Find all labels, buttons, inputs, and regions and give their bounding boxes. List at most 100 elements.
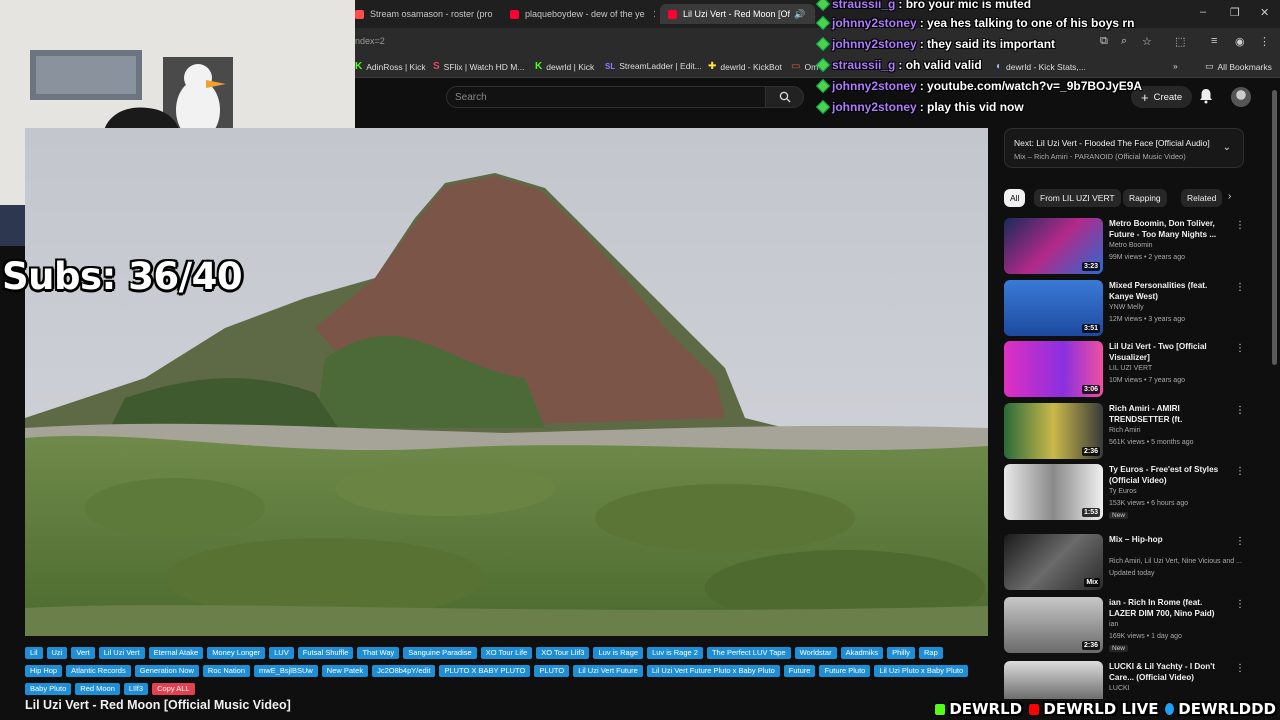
tag-chip[interactable]: New Patek [321,665,369,677]
media-controls-icon[interactable]: ≡ [1211,35,1217,47]
tag-chip[interactable]: Future Pluto [819,665,871,677]
tag-chip[interactable]: XO Tour Life [480,647,533,659]
tag-chip[interactable]: LIlf3 [123,683,149,695]
bookmark-item[interactable]: S SFlix | Watch HD M... [433,61,524,72]
close-window-icon[interactable]: ✕ [1260,6,1269,19]
recommendation-item[interactable]: 2:36 ian - Rich In Rome (feat. LAZER DIM… [1004,597,1260,653]
more-options-icon[interactable]: ⋮ [1235,466,1245,477]
cast-icon[interactable]: ⧉ [1100,35,1108,48]
tag-chip[interactable]: LUV [269,647,294,659]
bookmark-item[interactable]: ✚ dewrld - KickBot [708,61,782,72]
bookmark-star-icon[interactable]: ☆ [1142,35,1152,48]
search-button[interactable] [766,86,804,108]
video-thumbnail[interactable]: 3:06 [1004,341,1103,397]
recommendation-item[interactable]: 3:06 Lil Uzi Vert - Two [Official Visual… [1004,341,1260,397]
rec-channel[interactable]: Rich Amiri [1109,427,1141,434]
tag-chip[interactable]: Futsal Shuffle [297,647,354,659]
browser-menu-icon[interactable]: ⋮ [1259,35,1270,48]
all-bookmarks[interactable]: ▭ All Bookmarks [1205,61,1272,72]
rec-title[interactable]: Metro Boomin, Don Toliver, Future - Too … [1109,218,1227,240]
video-thumbnail[interactable]: 2:36 [1004,597,1103,653]
restore-icon[interactable]: ❐ [1230,6,1240,19]
chip-rapping[interactable]: Rapping [1123,189,1167,207]
recommendation-item[interactable]: 3:23 Metro Boomin, Don Toliver, Future -… [1004,218,1260,274]
recommendation-item[interactable]: Mix Mix – Hip-hop Rich Amiri, Lil Uzi Ve… [1004,534,1260,590]
more-options-icon[interactable]: ⋮ [1235,536,1245,547]
recommendation-item[interactable]: 2:36 Rich Amiri - AMIRI TRENDSETTER (ft.… [1004,403,1260,459]
tag-chip[interactable]: Rap [919,647,943,659]
tag-chip[interactable]: Luv is Rage 2 [647,647,703,659]
recommendation-item[interactable]: 3:51 Mixed Personalities (feat. Kanye We… [1004,280,1260,336]
tag-chip[interactable]: Baby Pluto [25,683,72,695]
tag-chip[interactable]: Eternal Atake [148,647,204,659]
video-thumbnail[interactable]: 3:23 [1004,218,1103,274]
tag-chip[interactable]: Vert [71,647,95,659]
rec-channel[interactable]: Metro Boomin [1109,242,1153,249]
tag-chip[interactable]: Uzi [46,647,68,659]
copy-all-button[interactable]: Copy ALL [152,683,195,695]
rec-title[interactable]: LUCKI & Lil Yachty - I Don't Care... (Of… [1109,661,1227,683]
tag-chip[interactable]: Hip Hop [25,665,63,677]
video-thumbnail[interactable]: 1:53 [1004,464,1103,520]
tag-chip[interactable]: Generation Now [134,665,199,677]
tag-chip[interactable]: XO Tour Llif3 [536,647,590,659]
chip-from-lil-uzi-vert[interactable]: From LIL UZI VERT [1034,189,1121,207]
more-options-icon[interactable]: ⋮ [1235,599,1245,610]
tag-chip[interactable]: Lil Uzi Vert [98,647,145,659]
tag-chip[interactable]: Red Moon [75,683,120,695]
bookmark-item[interactable]: SL StreamLadder | Edit... [605,61,702,71]
tag-chip[interactable]: Sanguine Paradise [403,647,477,659]
rec-title[interactable]: Ty Euros - Free'est of Styles (Official … [1109,464,1227,486]
rec-title[interactable]: Mixed Personalities (feat. Kanye West) [1109,280,1227,302]
tag-chip[interactable]: Lil Uzi Vert Future Pluto x Baby Pluto [646,665,780,677]
rec-title[interactable]: ian - Rich In Rome (feat. LAZER DIM 700,… [1109,597,1227,620]
tag-chip[interactable]: The Perfect LUV Tape [706,647,791,659]
extensions-icon[interactable]: ⬚ [1175,35,1185,48]
tag-chip[interactable]: Worldstar [794,647,837,659]
rec-channel[interactable]: YNW Melly [1109,304,1144,311]
rec-channel[interactable]: Rich Amiri, Lil Uzi Vert, Nine Vicious a… [1109,558,1242,565]
close-tab-icon[interactable]: ✕ [813,8,815,21]
chip-all[interactable]: All [1004,189,1026,207]
rec-channel[interactable]: ian [1109,621,1118,628]
video-thumbnail[interactable]: Mix [1004,534,1103,590]
tag-chip[interactable]: Lil Uzi Vert Future [573,665,643,677]
sidebar-scrollbar[interactable] [1272,90,1277,365]
search-input[interactable] [447,87,765,108]
bookmark-item[interactable]: K AdinRoss | Kick [355,61,426,72]
tag-chip[interactable]: Luv is Rage [593,647,644,659]
recommendation-item[interactable]: LUCKI & Lil Yachty - I Don't Care... (Of… [1004,661,1260,699]
tag-chip[interactable]: Lil Uzi Pluto x Baby Pluto [874,665,969,677]
zoom-icon[interactable]: ⌕ [1121,35,1127,48]
tag-chip[interactable]: That Way [357,647,400,659]
tag-chip[interactable]: Jc2O8b4pY/edit [372,665,436,677]
bookmark-item[interactable]: Kdewrld | Kick [535,61,594,72]
bookmark-item[interactable]: ▭ Om [791,61,818,72]
rec-title[interactable]: Rich Amiri - AMIRI TRENDSETTER (ft. Osam… [1109,403,1227,426]
video-player[interactable] [25,128,988,636]
more-options-icon[interactable]: ⋮ [1235,663,1245,674]
tag-chip[interactable]: PLUTO [534,665,570,677]
notifications-bell-icon[interactable] [1199,88,1213,104]
bookmark-item[interactable]: ◐ dewrld - Kick Stats,... [996,61,1086,72]
video-thumbnail[interactable]: 3:51 [1004,280,1103,336]
rec-title[interactable]: Lil Uzi Vert - Two [Official Visualizer] [1109,341,1227,363]
close-tab-icon[interactable]: ✕ [653,8,655,21]
chip-related[interactable]: Related [1181,189,1223,207]
minimize-icon[interactable]: – [1200,6,1206,18]
browser-tab[interactable]: plaqueboydew - dew of the ye ✕ [510,4,655,24]
tag-chip[interactable]: Atlantic Records [66,665,131,677]
tag-chip[interactable]: Money Longer [207,647,266,659]
rec-channel[interactable]: LUCKI [1109,685,1130,692]
chevron-down-icon[interactable]: ⌄ [1223,142,1231,153]
tag-chip[interactable]: Lil [25,647,43,659]
browser-tab[interactable]: Stream osamason - roster (pro ✕ [355,4,495,24]
rec-title[interactable]: Mix – Hip-hop [1109,534,1227,545]
more-options-icon[interactable]: ⋮ [1235,282,1245,293]
rec-channel[interactable]: Ty Euros [1109,488,1137,495]
video-thumbnail[interactable]: 2:36 [1004,403,1103,459]
up-next-panel[interactable]: Next: Lil Uzi Vert - Flooded The Face [O… [1004,128,1244,168]
tag-chip[interactable]: Future [783,665,816,677]
chevron-right-icon[interactable]: › [1228,191,1231,202]
tag-chip[interactable]: Philly [887,647,916,659]
